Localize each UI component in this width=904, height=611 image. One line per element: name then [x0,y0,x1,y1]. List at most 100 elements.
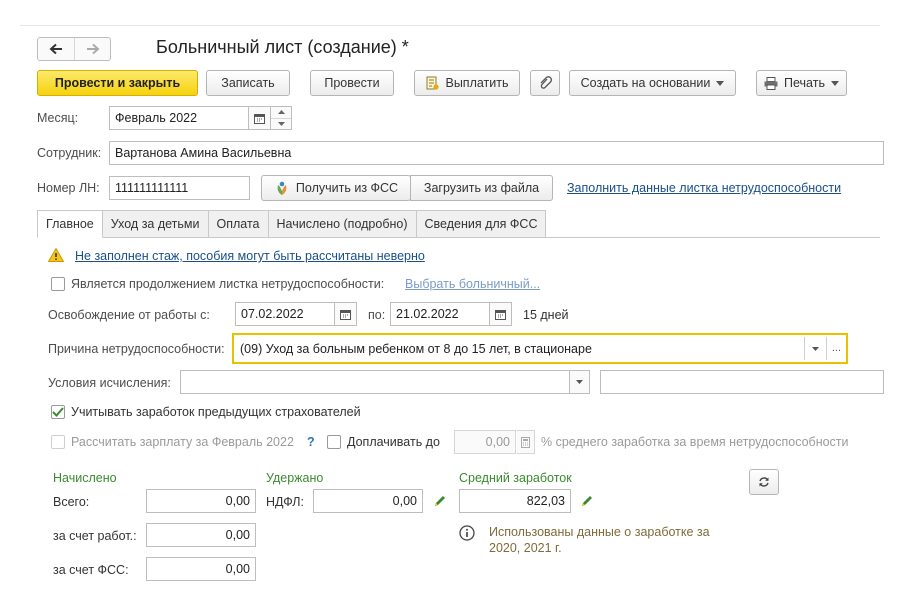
conditions-field[interactable] [180,370,570,394]
account-previous-insurers-checkbox[interactable] [51,405,65,419]
printer-icon [764,76,778,90]
create-based-on-label: Создать на основании [580,76,711,90]
paperclip-icon [540,76,552,89]
arrow-left-icon [49,43,62,55]
dropdown-arrow-icon [830,80,839,86]
month-spinner[interactable] [271,106,292,130]
average-earnings-field[interactable]: 822,03 [459,489,571,513]
conditions-dropdown-button[interactable] [569,370,590,394]
fss-share-field[interactable]: 0,00 [146,557,256,581]
tab-fss-info[interactable]: Сведения для ФСС [416,210,547,238]
recalc-help-icon[interactable]: ? [307,435,315,449]
save-button[interactable]: Записать [206,70,290,96]
get-from-fss-label: Получить из ФСС [295,181,399,195]
month-up-button[interactable] [271,107,291,119]
ndfl-label: НДФЛ: [266,495,304,509]
ln-number-label: Номер ЛН: [37,181,100,195]
average-earnings-title: Средний заработок [459,471,572,485]
month-down-button[interactable] [271,119,291,130]
earnings-info-line1: Использованы данные о заработке за [489,525,710,539]
topup-calculator-button[interactable] [517,430,535,454]
dropdown-arrow-icon [716,80,725,86]
release-from-label: Освобождение от работы с: [48,308,210,322]
month-label: Месяц: [37,111,79,125]
earnings-info-line2: 2020, 2021 г. [489,541,562,555]
window-title: Больничный лист (создание) * [156,37,409,57]
refresh-icon [759,477,769,487]
reason-label: Причина нетрудоспособности: [48,342,225,356]
refresh-button[interactable] [749,469,779,495]
account-previous-insurers-label: Учитывать заработок предыдущих страховат… [71,405,361,419]
print-label: Печать [784,76,825,90]
release-to-calendar-button[interactable] [490,302,512,326]
topup-percent-field[interactable]: 0,00 [454,430,516,454]
create-based-on-button[interactable]: Создать на основании [569,70,736,96]
missing-experience-warning-link[interactable]: Не заполнен стаж, пособия могут быть рас… [75,249,425,263]
info-icon [459,525,475,541]
document-icon [426,76,440,90]
release-to-label: по: [368,308,386,322]
attach-button[interactable] [530,70,560,96]
tab-payment[interactable]: Оплата [208,210,269,238]
conditions-extra-field[interactable] [600,370,884,394]
ndfl-field[interactable]: 0,00 [313,489,423,513]
post-and-close-button[interactable]: Провести и закрыть [37,70,198,96]
calendar-icon [254,113,265,124]
chevron-down-icon [277,121,285,126]
release-from-date-field[interactable]: 07.02.2022 [235,302,335,326]
reason-value: (09) Уход за больным ребенком от 8 до 15… [240,342,592,356]
tab-accrued-detailed[interactable]: Начислено (подробно) [268,210,417,238]
reason-dropdown-button[interactable] [804,337,826,360]
month-calendar-button[interactable] [249,106,271,130]
print-button[interactable]: Печать [756,70,847,96]
employee-field[interactable]: Вартанова Амина Васильевна [109,141,884,165]
ln-number-field[interactable]: 111111111111 [109,176,250,200]
forward-button[interactable] [74,38,110,60]
chevron-up-icon [277,110,285,115]
calendar-icon [495,309,506,320]
tab-bar: Главное Уход за детьми Оплата Начислено … [37,210,547,238]
tab-underline [105,237,880,238]
get-from-fss-button[interactable]: Получить из ФСС [261,175,411,201]
month-field[interactable]: Февраль 2022 [109,106,249,130]
accrued-section-title: Начислено [53,471,117,485]
release-to-date-field[interactable]: 21.02.2022 [390,302,490,326]
checkmark-icon [52,407,64,417]
days-count: 15 дней [523,308,569,322]
calendar-icon [340,309,351,320]
topup-suffix-label: % среднего заработка за время нетрудоспо… [541,435,849,449]
employer-share-field[interactable]: 0,00 [146,523,256,547]
employee-label: Сотрудник: [37,146,102,160]
arrow-right-icon [86,43,99,55]
fill-sick-leave-data-link[interactable]: Заполнить данные листка нетрудоспособнос… [567,181,841,195]
edit-ndfl-pencil-icon[interactable] [433,494,447,508]
release-from-calendar-button[interactable] [335,302,357,326]
withheld-section-title: Удержано [266,471,324,485]
reason-select[interactable]: (09) Уход за больным ребенком от 8 до 15… [232,333,848,364]
back-button[interactable] [38,38,74,60]
warning-icon [48,248,64,262]
chevron-down-icon [576,380,583,384]
recalc-salary-checkbox[interactable] [51,435,65,449]
fss-share-label: за счет ФСС: [53,563,129,577]
employer-share-label: за счет работ.: [53,529,137,543]
chevron-down-icon [812,346,819,351]
continuation-label: Является продолжением листка нетрудоспос… [71,277,385,291]
total-field[interactable]: 0,00 [146,489,256,513]
reason-choose-button[interactable]: ... [826,337,846,360]
pay-button[interactable]: Выплатить [414,70,520,96]
tab-child-care[interactable]: Уход за детьми [102,210,209,238]
tab-main[interactable]: Главное [37,210,103,238]
calculator-icon [521,436,530,448]
continuation-checkbox[interactable] [51,277,65,291]
topup-label: Доплачивать до [347,435,440,449]
topup-checkbox[interactable] [327,435,341,449]
load-from-file-button[interactable]: Загрузить из файла [410,175,553,201]
total-label: Всего: [53,495,90,509]
recalc-salary-label: Рассчитать зарплату за Февраль 2022 [71,435,294,449]
post-button[interactable]: Провести [310,70,394,96]
pay-button-label: Выплатить [445,76,509,90]
select-sick-leave-link[interactable]: Выбрать больничный... [405,277,540,291]
edit-average-earnings-pencil-icon[interactable] [580,494,594,508]
top-divider [20,25,880,26]
